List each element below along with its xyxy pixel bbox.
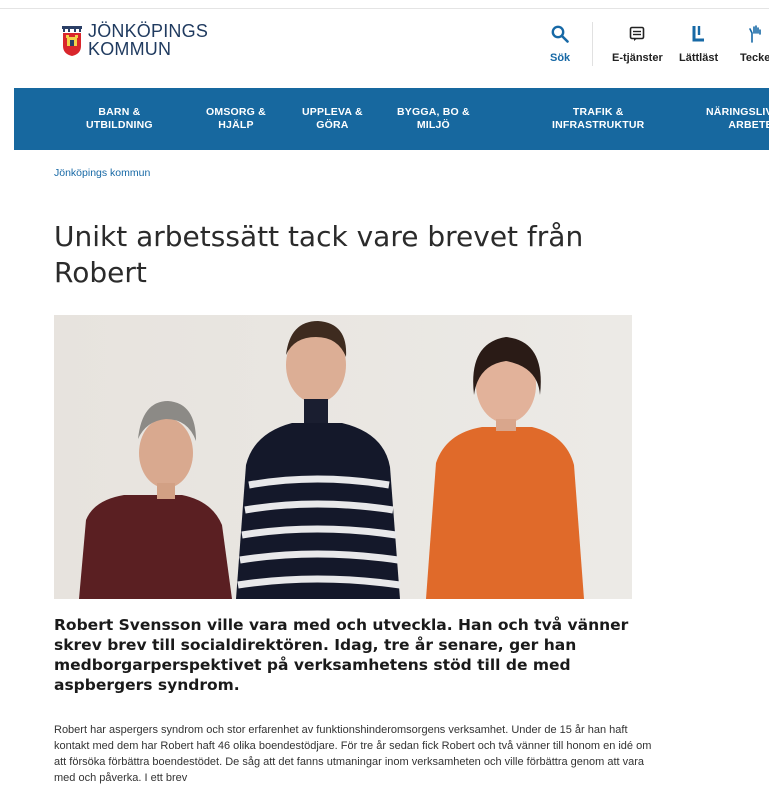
top-edge	[0, 0, 769, 9]
site-logo[interactable]: JÖNKÖPINGS KOMMUN	[62, 22, 208, 58]
nav-item-line2: HJÄLP	[218, 119, 254, 131]
e-services-label: E-tjänster	[612, 52, 663, 64]
three-people-photo	[54, 315, 632, 599]
nav-item-line1: BYGGA, BO &	[397, 106, 470, 118]
nav-item-line1: UPPLEVA &	[302, 106, 363, 118]
nav-item-naringsliv-arbete[interactable]: NÄRINGSLIV ARBETE	[706, 106, 769, 132]
search-button[interactable]: Sök	[550, 22, 570, 64]
nav-item-trafik-infrastruktur[interactable]: TRAFIK & INFRASTRUKTUR	[552, 106, 644, 132]
nav-item-line2: GÖRA	[316, 119, 349, 131]
easy-read-button[interactable]: Lättläst	[679, 22, 718, 64]
breadcrumb[interactable]: Jönköpings kommun	[54, 167, 150, 179]
nav-item-line1: OMSORG &	[206, 106, 266, 118]
nav-item-bygga-bo-miljo[interactable]: BYGGA, BO & MILJÖ	[397, 106, 470, 132]
page-title: Unikt arbetssätt tack vare brevet från R…	[54, 220, 584, 289]
document-icon	[630, 26, 645, 41]
search-label: Sök	[550, 52, 571, 64]
sign-language-button[interactable]: Tecke	[740, 22, 769, 64]
nav-item-line1: NÄRINGSLIV	[706, 106, 769, 118]
nav-item-omsorg-hjalp[interactable]: OMSORG & HJÄLP	[206, 106, 266, 132]
nav-item-line2: MILJÖ	[416, 119, 450, 131]
nav-item-line1: TRAFIK &	[572, 106, 624, 118]
e-services-button[interactable]: E-tjänster	[612, 22, 663, 64]
nav-item-barn-utbildning[interactable]: BARN & UTBILDNING	[86, 106, 153, 132]
header-divider	[592, 22, 593, 66]
nav-item-line2: UTBILDNING	[86, 119, 153, 131]
nav-item-line2: ARBETE	[728, 119, 769, 131]
nav-item-uppleva-gora[interactable]: UPPLEVA & GÖRA	[302, 106, 363, 132]
easy-read-label: Lättläst	[679, 52, 719, 64]
article-photo	[54, 315, 632, 599]
nav-item-line1: BARN &	[98, 106, 141, 118]
article-body: Robert har aspergers syndrom och stor er…	[54, 724, 652, 784]
sign-language-label: Tecke	[740, 52, 769, 64]
coat-of-arms-icon	[62, 26, 82, 56]
sign-language-icon	[749, 25, 761, 43]
article-lead: Robert Svensson ville vara med och utvec…	[54, 616, 629, 694]
easy-read-icon	[692, 26, 704, 42]
logo-line-2: KOMMUN	[88, 39, 172, 59]
nav-item-line2: INFRASTRUKTUR	[552, 119, 645, 131]
site-header: JÖNKÖPINGS KOMMUN Sök E-tjänster Lättläs…	[14, 10, 769, 88]
logo-line-1: JÖNKÖPINGS	[88, 21, 209, 41]
search-icon	[551, 25, 569, 43]
main-navigation: BARN & UTBILDNING OMSORG & HJÄLP UPPLEVA…	[14, 88, 769, 150]
